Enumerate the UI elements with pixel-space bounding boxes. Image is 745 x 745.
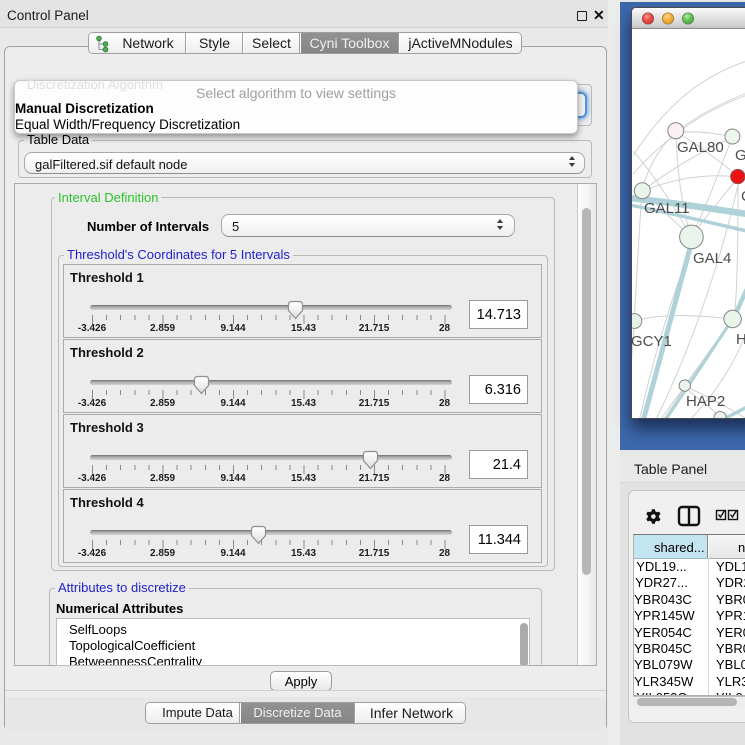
svg-text:C: C [741, 188, 745, 205]
svg-text:GAL11: GAL11 [644, 200, 690, 217]
svg-text:HAP2: HAP2 [686, 393, 725, 410]
svg-text:H: H [736, 331, 745, 348]
svg-text:GAL80: GAL80 [677, 139, 724, 156]
svg-text:GAL4: GAL4 [693, 250, 731, 267]
svg-text:GCY1: GCY1 [632, 333, 672, 350]
svg-text:G.: G. [735, 147, 745, 164]
